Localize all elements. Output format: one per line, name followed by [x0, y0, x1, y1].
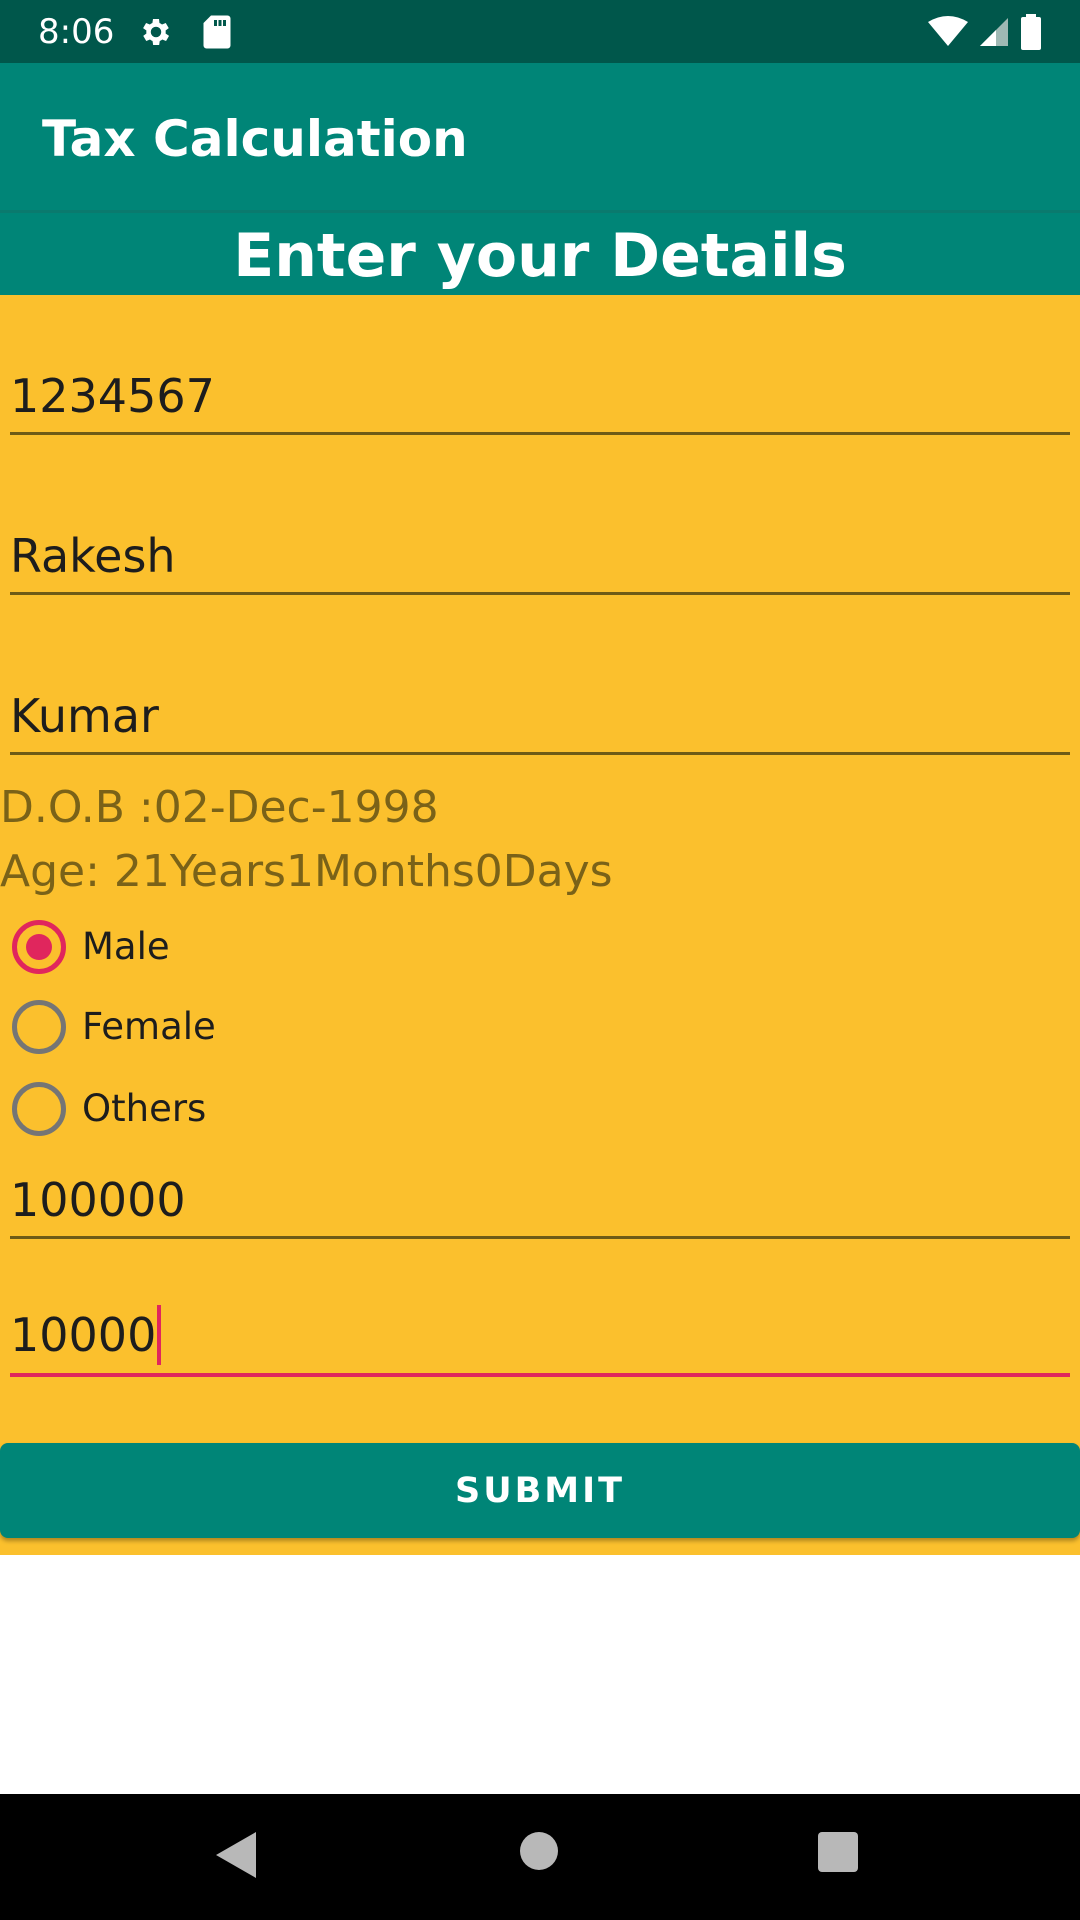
details-form: 1234567 Rakesh Kumar D.O.B :02-Dec-1998 … [0, 295, 1080, 1555]
status-left-icons [138, 14, 232, 54]
id-number-value: 1234567 [10, 369, 215, 423]
age-text: Age: 21Years1Months0Days [0, 846, 613, 897]
status-time: 8:06 [38, 12, 115, 52]
gender-option-female[interactable]: Female [12, 997, 216, 1057]
radio-unchecked-icon [12, 1000, 66, 1054]
wifi-icon [928, 16, 968, 52]
first-name-field[interactable]: Rakesh [10, 525, 1070, 595]
income-value: 100000 [10, 1173, 186, 1227]
app-bar: Tax Calculation [0, 63, 1080, 210]
submit-label: SUBMIT [454, 1470, 626, 1511]
details-heading-strip: Enter your Details [0, 210, 1080, 295]
details-heading: Enter your Details [233, 221, 847, 291]
deduction-value: 10000 [10, 1308, 157, 1362]
navigation-bar [0, 1794, 1080, 1920]
gender-label-others: Others [82, 1087, 207, 1130]
id-number-field[interactable]: 1234567 [10, 365, 1070, 435]
income-field[interactable]: 100000 [10, 1169, 1070, 1239]
dob-text[interactable]: D.O.B :02-Dec-1998 [0, 781, 439, 835]
first-name-value: Rakesh [10, 529, 176, 583]
text-cursor [157, 1305, 162, 1365]
submit-button[interactable]: SUBMIT [0, 1443, 1080, 1538]
status-right-icons [928, 14, 1042, 54]
radio-checked-icon [12, 920, 66, 974]
status-bar: 8:06 [0, 0, 1080, 63]
gender-label-female: Female [82, 1005, 216, 1048]
back-icon[interactable] [216, 1832, 256, 1882]
last-name-field[interactable]: Kumar [10, 685, 1070, 755]
gender-option-male[interactable]: Male [12, 917, 170, 977]
gender-label-male: Male [82, 925, 170, 968]
home-icon[interactable] [520, 1832, 558, 1870]
deduction-field[interactable]: 10000 [10, 1305, 1070, 1377]
battery-icon [1020, 14, 1042, 54]
cell-signal-icon [978, 16, 1010, 52]
gender-option-others[interactable]: Others [12, 1079, 206, 1139]
deduction-value-wrap: 10000 [10, 1305, 162, 1365]
app-title: Tax Calculation [42, 110, 468, 168]
recents-icon[interactable] [818, 1832, 858, 1872]
last-name-value: Kumar [10, 689, 159, 743]
radio-unchecked-icon [12, 1082, 66, 1136]
sd-card-icon [202, 14, 232, 54]
gear-icon [138, 14, 174, 54]
